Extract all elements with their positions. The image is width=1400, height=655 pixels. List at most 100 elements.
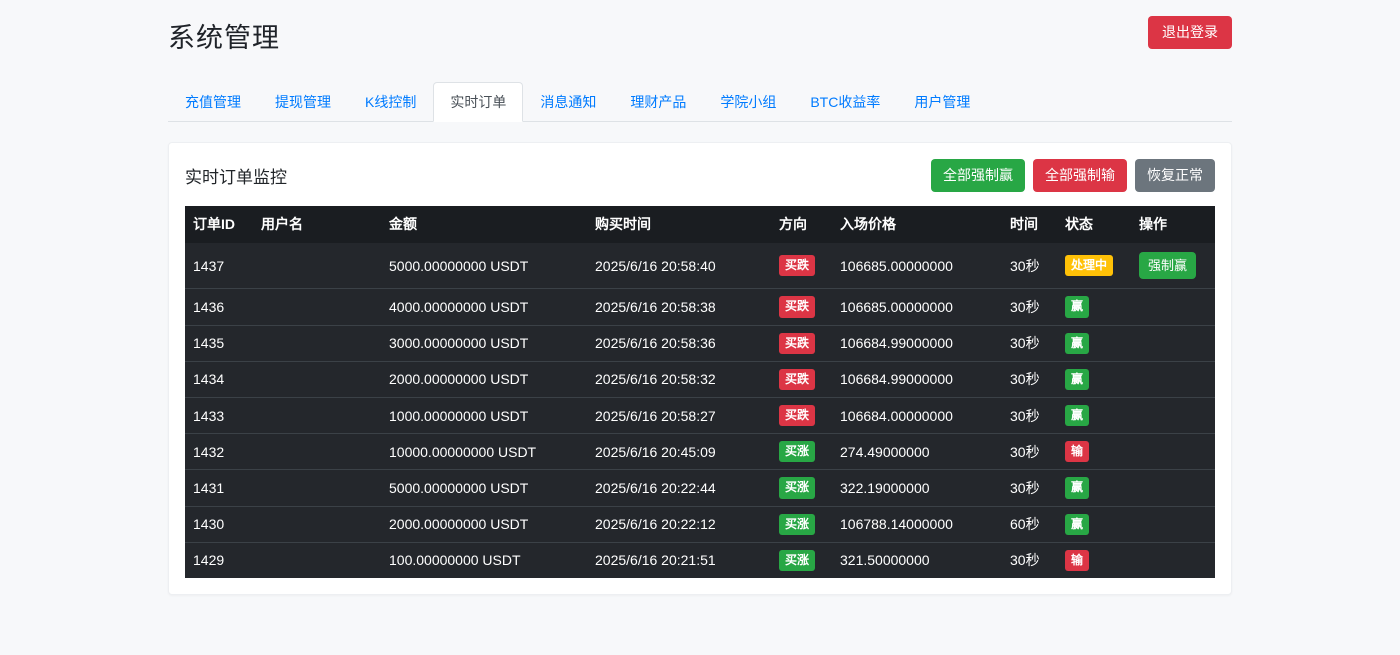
tab-4[interactable]: 实时订单	[433, 82, 523, 122]
tab-bar: 充值管理提现管理K线控制实时订单消息通知理财产品学院小组BTC收益率用户管理	[168, 82, 1232, 122]
buy-time-cell: 2025/6/16 20:22:44	[587, 470, 771, 506]
amount-cell: 5000.00000000 USDT	[381, 470, 587, 506]
panel-actions: 全部强制赢 全部强制输 恢复正常	[931, 159, 1215, 192]
restore-normal-button[interactable]: 恢复正常	[1135, 159, 1215, 192]
direction-badge: 买涨	[779, 550, 815, 571]
tab-6[interactable]: 理财产品	[613, 82, 703, 122]
direction-cell: 买跌	[771, 289, 832, 325]
buy-time-cell: 2025/6/16 20:45:09	[587, 434, 771, 470]
tab-9[interactable]: 用户管理	[897, 82, 987, 122]
status-badge: 赢	[1065, 369, 1089, 390]
status-badge: 输	[1065, 441, 1089, 462]
action-cell	[1131, 542, 1215, 578]
action-cell	[1131, 397, 1215, 433]
entry-price-cell: 106788.14000000	[832, 506, 1002, 542]
tab-1[interactable]: 充值管理	[168, 82, 258, 122]
amount-cell: 1000.00000000 USDT	[381, 397, 587, 433]
duration-cell: 30秒	[1002, 434, 1057, 470]
panel-title: 实时订单监控	[185, 163, 287, 188]
username-cell	[253, 289, 381, 325]
direction-cell: 买涨	[771, 434, 832, 470]
amount-cell: 4000.00000000 USDT	[381, 289, 587, 325]
table-row: 1434 2000.00000000 USDT2025/6/16 20:58:32…	[185, 361, 1215, 397]
orders-table-head: 订单ID用户名金额购买时间方向入场价格时间状态操作	[185, 206, 1215, 243]
entry-price-cell: 106684.99000000	[832, 325, 1002, 361]
tab-5[interactable]: 消息通知	[523, 82, 613, 122]
header-row: 订单ID用户名金额购买时间方向入场价格时间状态操作	[185, 206, 1215, 243]
table-row: 1429100.00000000 USDT2025/6/16 20:21:51买…	[185, 542, 1215, 578]
direction-cell: 买跌	[771, 397, 832, 433]
status-badge: 处理中	[1065, 255, 1113, 276]
table-row: 14353000.00000000 USDT2025/6/16 20:58:36…	[185, 325, 1215, 361]
order-id-cell: 1429	[185, 542, 253, 578]
buy-time-cell: 2025/6/16 20:58:32	[587, 361, 771, 397]
status-cell: 输	[1057, 434, 1131, 470]
direction-badge: 买跌	[779, 369, 815, 390]
order-id-cell: 1433	[185, 397, 253, 433]
order-id-cell: 1430	[185, 506, 253, 542]
direction-badge: 买涨	[779, 514, 815, 535]
action-cell	[1131, 434, 1215, 470]
username-cell	[253, 434, 381, 470]
order-id-cell: 1432	[185, 434, 253, 470]
entry-price-cell: 274.49000000	[832, 434, 1002, 470]
amount-cell: 3000.00000000 USDT	[381, 325, 587, 361]
column-header: 状态	[1057, 206, 1131, 243]
duration-cell: 30秒	[1002, 542, 1057, 578]
entry-price-cell: 106685.00000000	[832, 242, 1002, 289]
status-cell: 赢	[1057, 289, 1131, 325]
action-cell	[1131, 361, 1215, 397]
amount-cell: 100.00000000 USDT	[381, 542, 587, 578]
buy-time-cell: 2025/6/16 20:58:38	[587, 289, 771, 325]
status-cell: 赢	[1057, 397, 1131, 433]
orders-panel: 实时订单监控 全部强制赢 全部强制输 恢复正常 订单ID用户名金额购买时间方向入…	[168, 142, 1232, 595]
order-id-cell: 1434	[185, 361, 253, 397]
entry-price-cell: 106685.00000000	[832, 289, 1002, 325]
action-cell: 强制赢	[1131, 242, 1215, 289]
column-header: 方向	[771, 206, 832, 243]
entry-price-cell: 322.19000000	[832, 470, 1002, 506]
duration-cell: 30秒	[1002, 470, 1057, 506]
action-cell	[1131, 506, 1215, 542]
column-header: 操作	[1131, 206, 1215, 243]
column-header: 时间	[1002, 206, 1057, 243]
force-lose-all-button[interactable]: 全部强制输	[1033, 159, 1127, 192]
status-cell: 赢	[1057, 506, 1131, 542]
action-cell	[1131, 289, 1215, 325]
column-header: 订单ID	[185, 206, 253, 243]
logout-button[interactable]: 退出登录	[1148, 16, 1232, 49]
username-cell	[253, 242, 381, 289]
table-row: 14375000.00000000 USDT2025/6/16 20:58:40…	[185, 242, 1215, 289]
amount-cell: 2000.00000000 USDT	[381, 361, 587, 397]
direction-badge: 买跌	[779, 333, 815, 354]
status-badge: 赢	[1065, 477, 1089, 498]
tab-8[interactable]: BTC收益率	[793, 82, 897, 122]
table-row: 14331000.00000000 USDT2025/6/16 20:58:27…	[185, 397, 1215, 433]
username-cell	[253, 397, 381, 433]
entry-price-cell: 106684.00000000	[832, 397, 1002, 433]
status-badge: 赢	[1065, 405, 1089, 426]
action-cell	[1131, 325, 1215, 361]
table-row: 14302000.00000000 USDT2025/6/16 20:22:12…	[185, 506, 1215, 542]
page-title: 系统管理	[168, 16, 280, 55]
status-cell: 赢	[1057, 470, 1131, 506]
force-win-button[interactable]: 强制赢	[1139, 252, 1196, 280]
table-row: 1432 10000.00000000 USDT2025/6/16 20:45:0…	[185, 434, 1215, 470]
duration-cell: 30秒	[1002, 397, 1057, 433]
tab-3[interactable]: K线控制	[348, 82, 433, 122]
username-cell	[253, 542, 381, 578]
entry-price-cell: 321.50000000	[832, 542, 1002, 578]
tab-2[interactable]: 提现管理	[258, 82, 348, 122]
status-cell: 赢	[1057, 361, 1131, 397]
status-badge: 赢	[1065, 514, 1089, 535]
buy-time-cell: 2025/6/16 20:22:12	[587, 506, 771, 542]
direction-badge: 买跌	[779, 255, 815, 276]
status-badge: 赢	[1065, 333, 1089, 354]
column-header: 用户名	[253, 206, 381, 243]
entry-price-cell: 106684.99000000	[832, 361, 1002, 397]
amount-cell: 10000.00000000 USDT	[381, 434, 587, 470]
status-badge: 输	[1065, 550, 1089, 571]
buy-time-cell: 2025/6/16 20:58:40	[587, 242, 771, 289]
force-win-all-button[interactable]: 全部强制赢	[931, 159, 1025, 192]
tab-7[interactable]: 学院小组	[703, 82, 793, 122]
